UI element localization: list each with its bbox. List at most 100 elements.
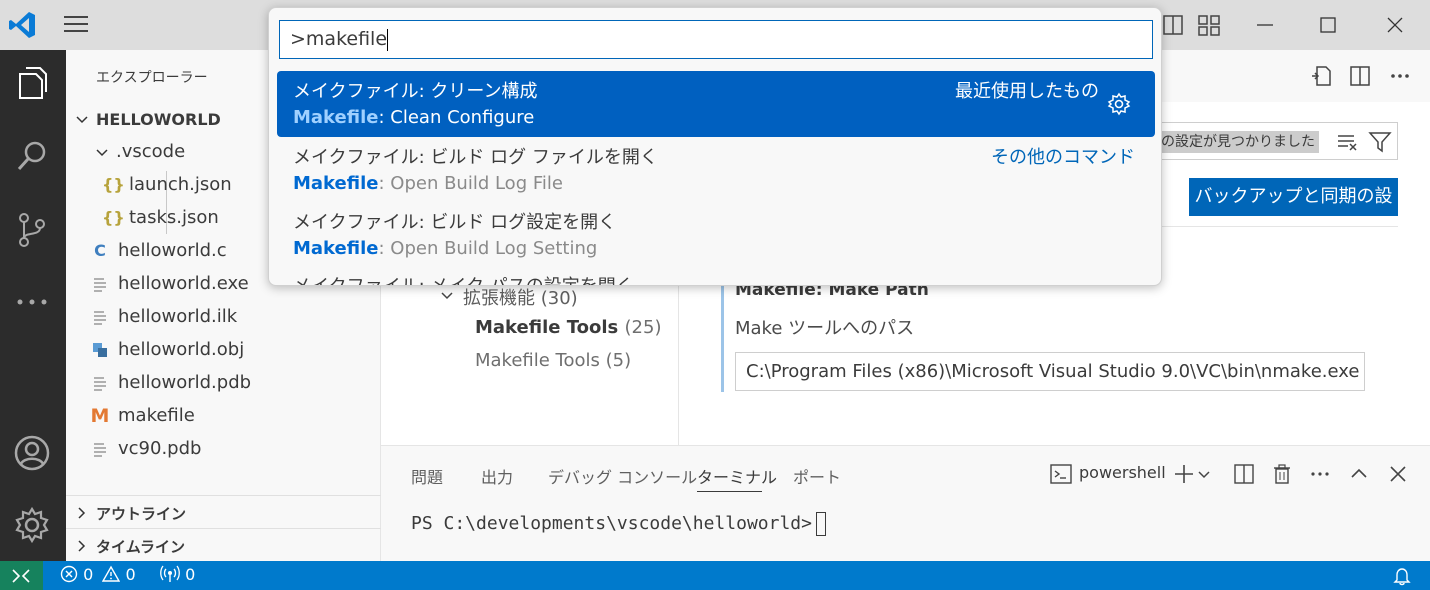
palette-item-open-build-log-setting[interactable]: メイクファイル: ビルド ログ設定を開く Makefile: Open Buil… [277, 202, 1155, 268]
text-caret [387, 28, 389, 51]
tree-item-label: .vscode [116, 141, 186, 162]
active-tab-underline [697, 491, 762, 492]
make-path-input[interactable]: C:\Program Files (x86)\Microsoft Visual … [735, 352, 1365, 391]
terminal-shell-name[interactable]: powershell [1079, 463, 1166, 482]
toc-text: Makefile Tools [475, 317, 619, 338]
close-icon[interactable] [1380, 10, 1410, 40]
tree-item-label: helloworld.exe [118, 273, 249, 294]
chevron-right-icon [78, 540, 86, 552]
obj-file-icon [93, 343, 107, 357]
file-lines-icon [94, 278, 106, 292]
tab-output[interactable]: 出力 [481, 464, 513, 488]
split-terminal-icon[interactable] [1232, 462, 1256, 486]
tree-item-label: helloworld.obj [118, 339, 245, 360]
more-icon[interactable] [12, 282, 52, 322]
chevron-down-icon [441, 292, 453, 300]
warning-count: 0 [125, 565, 136, 584]
terminal-prompt: PS C:\developments\vscode\helloworld> [411, 513, 812, 534]
new-terminal-icon[interactable] [1172, 462, 1196, 486]
error-icon [60, 565, 78, 583]
filter-icon[interactable] [1368, 130, 1392, 154]
timeline-section[interactable]: タイムライン [66, 528, 381, 561]
tree-item-label: helloworld.pdb [118, 372, 252, 393]
tree-item-label: tasks.json [129, 207, 219, 228]
palette-item-subtitle: Makefile: Open Build Log Setting [293, 238, 597, 259]
file-lines-icon [94, 311, 106, 325]
tree-item-helloworld-obj[interactable]: helloworld.obj [66, 334, 381, 367]
toc-divider [678, 280, 679, 445]
tab-ports[interactable]: ポート [793, 464, 841, 488]
customize-layout-icon[interactable] [1196, 12, 1222, 38]
problems-indicator[interactable]: 0 0 [60, 565, 136, 584]
explorer-icon[interactable] [12, 64, 52, 104]
account-icon[interactable] [12, 433, 52, 473]
chevron-down-icon [76, 116, 88, 124]
makefile-icon: M [90, 405, 110, 427]
status-bar: 0 0 0 [0, 561, 1430, 590]
tab-problems[interactable]: 問題 [411, 464, 443, 488]
toc-label: 拡張機能 (30) [463, 284, 578, 310]
tree-item-helloworld-ilk[interactable]: helloworld.ilk [66, 301, 381, 334]
timeline-label: タイムライン [96, 538, 185, 556]
maximize-panel-icon[interactable] [1347, 462, 1371, 486]
terminal-cursor [815, 512, 826, 536]
clear-filter-icon[interactable] [1336, 130, 1360, 154]
file-lines-icon [94, 443, 106, 457]
toc-text: 拡張機能 [463, 288, 535, 309]
chevron-down-icon[interactable] [1196, 462, 1212, 486]
trash-icon[interactable] [1270, 462, 1294, 486]
settings-search-box[interactable]: 個の設定が見つかりました [1141, 122, 1398, 160]
palette-item-subtitle: Makefile: Open Build Log File [293, 173, 563, 194]
source-control-icon[interactable] [12, 210, 52, 250]
more-actions-icon[interactable] [1308, 462, 1332, 486]
tree-item-makefile[interactable]: M makefile [66, 400, 381, 433]
split-editor-icon[interactable] [1347, 63, 1373, 89]
toc-makefile-tools-active[interactable]: Makefile Tools (25) [475, 317, 661, 338]
palette-item-partial[interactable]: メイクファイル: メイク パスの設定を開く [293, 272, 634, 285]
tree-item-label: makefile [118, 405, 195, 426]
palette-item-rest: : Clean Configure [378, 107, 535, 128]
json-icon: {} [102, 175, 125, 194]
vscode-window: エクスプローラー HELLOWORLD .vscode {} launch.js… [0, 0, 1430, 590]
remote-indicator[interactable] [0, 561, 43, 590]
close-panel-icon[interactable] [1386, 462, 1410, 486]
toc-count: (25) [624, 317, 662, 338]
command-palette-input[interactable]: >makefile [279, 20, 1153, 59]
tree-item-label: vc90.pdb [118, 438, 202, 459]
activity-bar [0, 50, 66, 561]
tree-item-label: helloworld.ilk [118, 306, 238, 327]
terminal-icon [1050, 464, 1072, 484]
tree-item-helloworld-pdb[interactable]: helloworld.pdb [66, 367, 381, 400]
tab-terminal[interactable]: ターミナル [697, 464, 777, 488]
toc-makefile-tools[interactable]: Makefile Tools (5) [475, 350, 631, 371]
search-icon[interactable] [12, 136, 52, 176]
palette-item-clean-configure[interactable]: メイクファイル: クリーン構成 Makefile: Clean Configur… [277, 71, 1155, 137]
configure-keybinding-gear-icon[interactable] [1107, 92, 1131, 116]
minimize-icon[interactable] [1250, 10, 1280, 40]
outline-section[interactable]: アウトライン [66, 495, 381, 528]
tree-item-vc90-pdb[interactable]: vc90.pdb [66, 433, 381, 466]
project-name: HELLOWORLD [96, 110, 221, 129]
more-actions-icon[interactable] [1387, 63, 1413, 89]
menu-icon[interactable] [62, 12, 90, 36]
match-highlight: Makefile [293, 173, 379, 194]
terminal-output[interactable]: PS C:\developments\vscode\helloworld> [411, 512, 826, 536]
other-commands-link[interactable]: その他のコマンド [991, 143, 1135, 169]
tab-debug-console[interactable]: デバッグ コンソール [548, 464, 697, 488]
sidebar-title: エクスプローラー [96, 70, 208, 86]
maximize-icon[interactable] [1313, 10, 1343, 40]
json-icon: {} [102, 208, 125, 227]
palette-item-open-build-log-file[interactable]: メイクファイル: ビルド ログ ファイルを開く Makefile: Open B… [277, 137, 1155, 203]
command-query: >makefile [290, 28, 388, 50]
bell-icon[interactable] [1392, 566, 1412, 586]
ports-indicator[interactable]: 0 [160, 565, 195, 584]
toggle-panel-layout-icon[interactable] [1160, 12, 1186, 38]
vscode-logo-icon [9, 12, 35, 38]
match-highlight: Makefile [293, 238, 379, 259]
open-settings-json-icon[interactable] [1309, 63, 1335, 89]
ports-count: 0 [185, 565, 196, 584]
gear-icon[interactable] [12, 505, 52, 545]
backup-sync-button[interactable]: バックアップと同期の設定 [1189, 178, 1398, 245]
recently-used-label: 最近使用したもの [955, 81, 1099, 102]
toc-count: (5) [605, 350, 632, 371]
